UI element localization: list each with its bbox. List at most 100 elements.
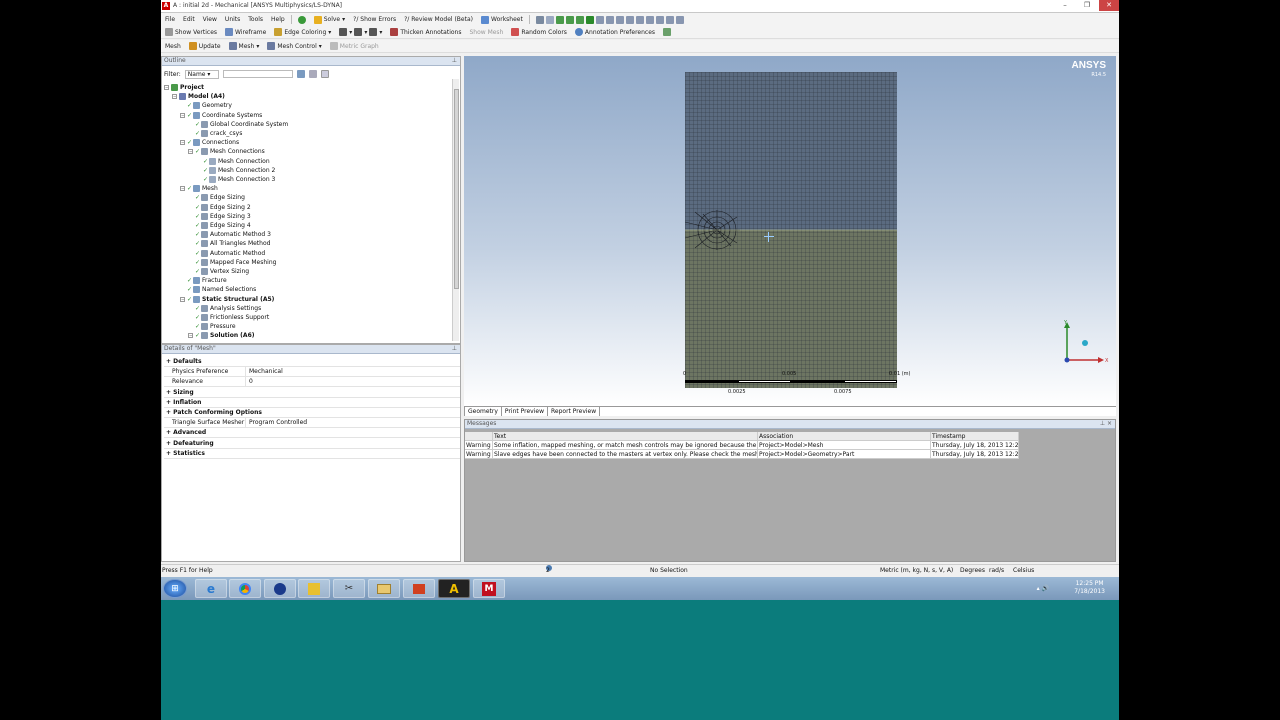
taskbar-mechanical[interactable]: M bbox=[473, 579, 505, 598]
filter-clear-icon[interactable] bbox=[308, 70, 317, 78]
mesh-control-button[interactable]: Mesh Control ▾ bbox=[263, 42, 325, 50]
pin-icon[interactable]: ⊥ bbox=[452, 57, 457, 65]
tray-icons[interactable]: ▴ 🔊 bbox=[1037, 585, 1049, 592]
view-tools[interactable] bbox=[532, 15, 688, 24]
tree-item[interactable]: −✓Mapped Face Meshing bbox=[188, 258, 276, 267]
details-group-row[interactable]: + Defeaturing bbox=[164, 438, 460, 449]
status-temp[interactable]: Celsius bbox=[1013, 565, 1034, 576]
refresh-button[interactable] bbox=[294, 15, 310, 24]
details-group-row[interactable]: + Patch Conforming Options bbox=[164, 408, 460, 418]
tree-expander[interactable]: − bbox=[180, 186, 185, 192]
tree-item[interactable]: −✓Global Coordinate System bbox=[188, 120, 288, 129]
tree-item[interactable]: −✓Frictionless Support bbox=[188, 313, 269, 322]
outline-scroll-thumb[interactable] bbox=[454, 89, 459, 289]
tree-item[interactable]: −✓Edge Sizing 3 bbox=[188, 212, 251, 221]
details-property-row[interactable]: Physics Preference Mechanical bbox=[164, 367, 460, 378]
details-pin-icon[interactable]: ⊥ bbox=[452, 345, 457, 353]
tree-item[interactable]: −✓Automatic Method bbox=[188, 249, 265, 258]
tree-expander[interactable]: − bbox=[188, 149, 193, 155]
tree-item[interactable]: − ✓ Static Structural (A5) bbox=[180, 295, 274, 304]
tree-item[interactable]: −✓Mesh Connection bbox=[196, 157, 270, 166]
menu-file[interactable]: File bbox=[161, 16, 179, 23]
graphics-viewport[interactable]: ANSYS R14.5 0 0.005 0.01 (m) 0.0025 0.00… bbox=[464, 56, 1116, 406]
details-group-row[interactable]: + Sizing bbox=[164, 387, 460, 398]
tab-geometry[interactable]: Geometry bbox=[464, 407, 502, 416]
review-model-button[interactable]: ?/ Review Model (Beta) bbox=[400, 16, 477, 23]
filter-select[interactable]: Name ▾ bbox=[184, 69, 219, 79]
tree-item[interactable]: − ✓ Mesh Connections bbox=[188, 147, 265, 156]
tree-expander[interactable]: − bbox=[180, 112, 185, 118]
solve-button[interactable]: Solve ▾ bbox=[310, 15, 349, 24]
status-degrees[interactable]: Degrees bbox=[960, 565, 985, 576]
random-colors-button[interactable]: Random Colors bbox=[507, 28, 571, 36]
tree-item[interactable]: −✓crack_csys bbox=[188, 129, 242, 138]
metric-graph-button[interactable]: Metric Graph bbox=[326, 42, 383, 50]
menu-tools[interactable]: Tools bbox=[244, 16, 267, 23]
taskbar-app5[interactable]: ✂ bbox=[333, 579, 365, 598]
menu-edit[interactable]: Edit bbox=[179, 16, 199, 23]
details-group-row[interactable]: + Defaults bbox=[164, 357, 460, 367]
tree-item[interactable]: −✓Pressure bbox=[188, 322, 236, 331]
status-units[interactable]: Metric (m, kg, N, s, V, A) bbox=[880, 565, 953, 576]
worksheet-button[interactable]: Worksheet bbox=[477, 15, 527, 24]
taskbar-ie[interactable]: e bbox=[195, 579, 227, 598]
message-row[interactable]: Warning Some inflation, mapped meshing, o… bbox=[465, 441, 1019, 450]
tree-item[interactable]: −✓Vertex Sizing bbox=[188, 267, 249, 276]
tree-expander[interactable]: − bbox=[188, 333, 193, 339]
tree-item[interactable]: −✓Named Selections bbox=[180, 285, 256, 294]
details-group-row[interactable]: + Inflation bbox=[164, 397, 460, 408]
taskbar-clock[interactable]: 12:25 PM 7/18/2013 bbox=[1074, 580, 1105, 596]
taskbar-explorer[interactable] bbox=[368, 579, 400, 598]
details-property-row[interactable]: Relevance 0 bbox=[164, 377, 460, 388]
filter-input[interactable] bbox=[222, 70, 293, 78]
show-mesh-button[interactable]: Show Mesh bbox=[465, 29, 507, 36]
axis-triad[interactable]: Y X bbox=[1058, 320, 1114, 366]
taskbar-app4[interactable] bbox=[298, 579, 330, 598]
menu-help[interactable]: Help bbox=[267, 16, 289, 23]
messages-column-header[interactable] bbox=[465, 432, 493, 440]
extra-tool-button[interactable] bbox=[659, 28, 675, 36]
menu-units[interactable]: Units bbox=[221, 16, 244, 23]
details-value[interactable]: 0 bbox=[246, 377, 253, 386]
tree-item[interactable]: −✓All Triangles Method bbox=[188, 239, 270, 248]
wireframe-button[interactable]: Wireframe bbox=[221, 28, 270, 36]
tree-item[interactable]: −✓Analysis Settings bbox=[188, 304, 261, 313]
tab-print-preview[interactable]: Print Preview bbox=[502, 407, 548, 416]
message-row[interactable]: Warning Slave edges have been connected t… bbox=[465, 450, 1019, 459]
start-button[interactable]: ⊞ bbox=[163, 579, 187, 598]
update-button[interactable]: Update bbox=[185, 42, 225, 50]
tree-item[interactable]: −✓Automatic Method 3 bbox=[188, 230, 271, 239]
tree-item[interactable]: − ✓ Connections bbox=[180, 138, 239, 147]
tree-item[interactable]: − ✓ Coordinate Systems bbox=[180, 111, 262, 120]
annotation-preferences-button[interactable]: Annotation Preferences bbox=[571, 28, 659, 36]
taskbar-app7[interactable] bbox=[403, 579, 435, 598]
tree-item[interactable]: − Model (A4) bbox=[172, 92, 225, 101]
tree-item[interactable]: −✓Mesh Connection 3 bbox=[196, 175, 275, 184]
tree-item[interactable]: − ✓ Mesh bbox=[180, 184, 218, 193]
expand-all-icon[interactable] bbox=[320, 70, 329, 78]
tree-item[interactable]: −✓Edge Sizing 2 bbox=[188, 203, 251, 212]
tree-item[interactable]: −✓Edge Sizing bbox=[188, 193, 245, 202]
mesh-menu-button[interactable]: Mesh ▾ bbox=[225, 42, 264, 50]
messages-pin-icon[interactable]: ⊥ × bbox=[1100, 420, 1112, 428]
edge-display-dropdowns[interactable]: ▾ ▾ ▾ bbox=[335, 28, 386, 36]
close-button[interactable]: ✕ bbox=[1099, 0, 1119, 11]
filter-search-icon[interactable] bbox=[296, 70, 305, 78]
show-vertices-button[interactable]: Show Vertices bbox=[161, 28, 221, 36]
tree-item[interactable]: −✓Fracture bbox=[180, 276, 227, 285]
status-rads[interactable]: rad/s bbox=[989, 565, 1004, 576]
outline-scrollbar[interactable] bbox=[452, 79, 459, 341]
messages-column-header[interactable]: Association bbox=[758, 432, 931, 440]
tab-report-preview[interactable]: Report Preview bbox=[548, 407, 601, 416]
tree-item[interactable]: −✓Edge Sizing 4 bbox=[188, 221, 251, 230]
show-errors-button[interactable]: ?/ Show Errors bbox=[349, 16, 400, 23]
restore-button[interactable]: ❐ bbox=[1077, 0, 1097, 11]
thicken-annotations-button[interactable]: Thicken Annotations bbox=[386, 28, 465, 36]
tree-item[interactable]: − ✓ Solution (A6) bbox=[188, 331, 254, 340]
tree-expander[interactable]: − bbox=[180, 140, 185, 146]
messages-column-header[interactable]: Text bbox=[493, 432, 758, 440]
details-value[interactable]: Program Controlled bbox=[246, 418, 307, 427]
taskbar-app3[interactable] bbox=[264, 579, 296, 598]
tree-item[interactable]: −✓Mesh Connection 2 bbox=[196, 166, 275, 175]
taskbar-ansys[interactable]: A bbox=[438, 579, 470, 598]
